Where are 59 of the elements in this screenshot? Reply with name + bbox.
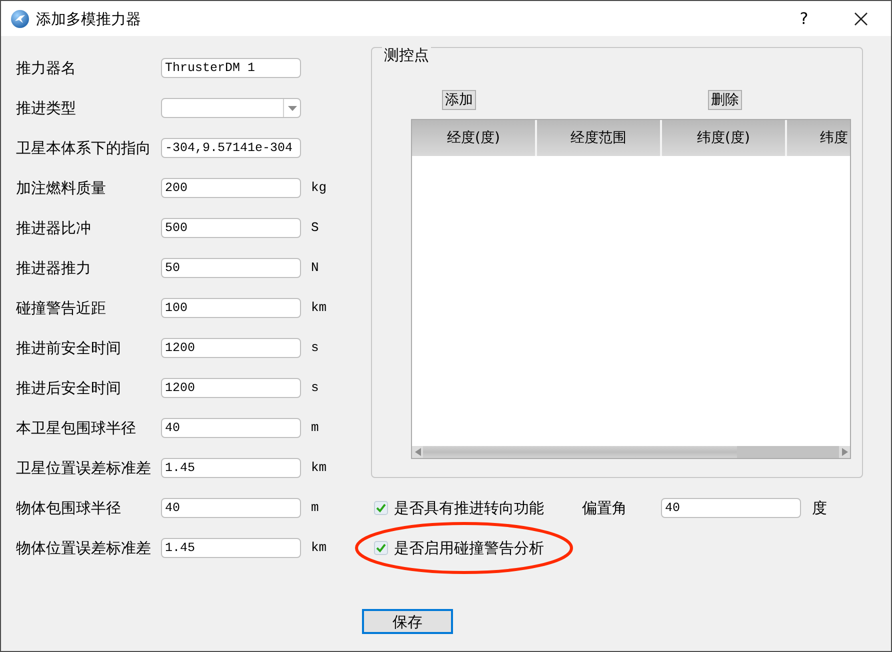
unit-label: 度	[812, 499, 827, 517]
text-field[interactable]: 1.45	[161, 538, 301, 558]
column-header[interactable]: 纬度(度)	[662, 120, 787, 156]
field-label: 推进类型	[16, 99, 77, 117]
close-icon	[854, 12, 868, 26]
right-arrow-icon[interactable]	[842, 448, 848, 456]
unit-label: s	[311, 340, 319, 356]
field-label: 卫星本体系下的指向	[16, 139, 152, 157]
column-header[interactable]: 经度范围	[537, 120, 662, 156]
field-label: 推力器名	[16, 59, 77, 77]
field-label: 卫星位置误差标准差	[16, 459, 152, 477]
checkbox[interactable]	[374, 501, 388, 515]
field-label: 推进器比冲	[16, 219, 92, 237]
delete-button[interactable]: 删除	[708, 90, 742, 110]
add-button[interactable]: 添加	[442, 90, 476, 110]
column-header[interactable]: 经度(度)	[412, 120, 537, 156]
help-button[interactable]: ?	[789, 4, 819, 34]
field-label: 碰撞警告近距	[16, 299, 107, 317]
text-field[interactable]: 1.45	[161, 458, 301, 478]
field-label: 加注燃料质量	[16, 179, 107, 197]
text-field[interactable]: 200	[161, 178, 301, 198]
group-title: 测控点	[382, 46, 431, 64]
unit-label: km	[311, 300, 327, 316]
text-field[interactable]: 40	[161, 418, 301, 438]
scrollbar-thumb[interactable]	[423, 446, 737, 458]
field-label: 物体包围球半径	[16, 499, 122, 517]
text-field[interactable]: 40	[661, 498, 801, 518]
unit-label: kg	[311, 180, 327, 196]
field-label: 本卫星包围球半径	[16, 419, 137, 437]
window-title: 添加多模推力器	[36, 10, 141, 28]
text-field[interactable]: 1200	[161, 338, 301, 358]
text-field[interactable]: -304,9.57141e-304	[161, 138, 301, 158]
unit-label: S	[311, 220, 319, 236]
unit-label: s	[311, 380, 319, 396]
save-button[interactable]: 保存	[362, 609, 453, 634]
unit-label: m	[311, 420, 319, 436]
checkbox[interactable]	[374, 541, 388, 555]
text-field[interactable]: 100	[161, 298, 301, 318]
column-header[interactable]: 纬度	[787, 120, 850, 156]
checkbox-label[interactable]: 是否具有推进转向功能	[394, 499, 544, 517]
field-label: 推进器推力	[16, 259, 92, 277]
unit-label: N	[311, 260, 319, 276]
field-label: 物体位置误差标准差	[16, 539, 152, 557]
field-label: 推进前安全时间	[16, 339, 122, 357]
unit-label: km	[311, 460, 327, 476]
text-field[interactable]: 50	[161, 258, 301, 278]
field-label: 偏置角	[582, 499, 627, 517]
globe-icon	[11, 10, 29, 28]
horizontal-scrollbar[interactable]	[412, 446, 850, 458]
text-field[interactable]: ThrusterDM 1	[161, 58, 301, 78]
field-label: 推进后安全时间	[16, 379, 122, 397]
unit-label: km	[311, 540, 327, 556]
text-field[interactable]: 500	[161, 218, 301, 238]
caret-icon	[288, 106, 296, 110]
unit-label: m	[311, 500, 319, 516]
dropdown-field[interactable]	[161, 98, 301, 118]
text-field[interactable]: 40	[161, 498, 301, 518]
left-arrow-icon[interactable]	[414, 448, 420, 456]
text-field[interactable]: 1200	[161, 378, 301, 398]
